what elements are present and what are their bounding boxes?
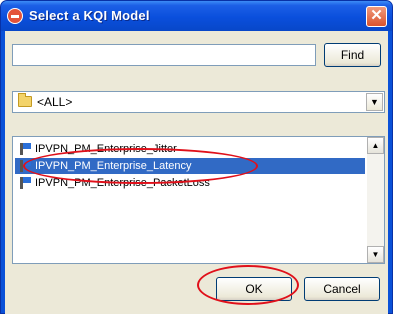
dropdown-selected-value: <ALL> (37, 95, 73, 109)
highlight-ellipse-ok (197, 265, 299, 305)
scroll-up-button[interactable]: ▲ (367, 137, 384, 154)
dialog-title: Select a KQI Model (29, 8, 150, 23)
list-scrollbar[interactable]: ▲ ▼ (367, 137, 384, 263)
close-button[interactable]: ✕ (366, 6, 387, 27)
flag-icon (20, 177, 31, 189)
scroll-down-button[interactable]: ▼ (367, 246, 384, 263)
find-button[interactable]: Find (324, 43, 381, 67)
folder-icon (18, 93, 32, 107)
app-icon (7, 8, 23, 24)
model-filter-dropdown[interactable]: <ALL> ▼ (12, 91, 385, 113)
flag-icon (20, 143, 31, 155)
highlight-ellipse-latency (23, 148, 258, 184)
dialog-window: Select a KQI Model ✕ Find <ALL> ▼ IPVPN_… (0, 0, 393, 314)
search-input[interactable] (12, 44, 316, 66)
chevron-down-icon[interactable]: ▼ (366, 93, 383, 111)
cancel-button[interactable]: Cancel (304, 277, 380, 301)
title-bar[interactable]: Select a KQI Model ✕ (1, 1, 392, 31)
